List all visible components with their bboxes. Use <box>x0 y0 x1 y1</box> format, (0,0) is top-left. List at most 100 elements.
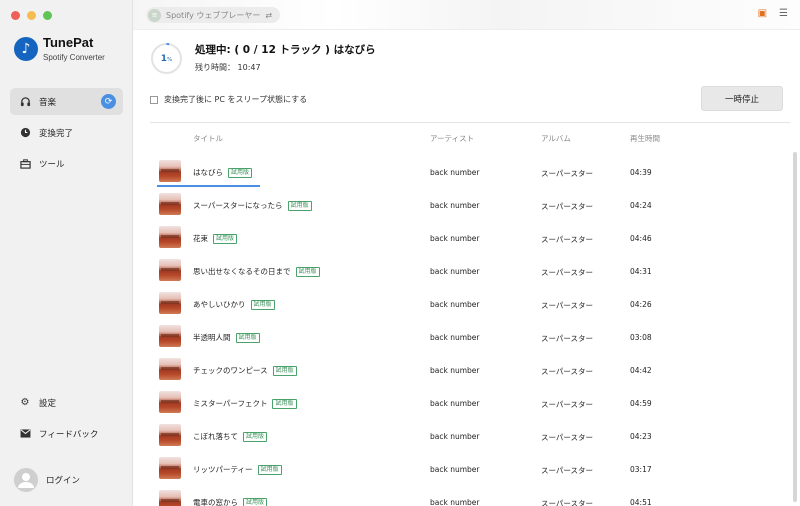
app-name: TunePat <box>43 35 94 50</box>
trial-badge: 試用版 <box>250 299 275 310</box>
track-title-cell: 花束 試用版 <box>193 233 238 244</box>
header-title: タイトル <box>193 134 223 143</box>
pause-button[interactable]: 一時停止 <box>701 86 783 111</box>
table-row[interactable]: ミスターパーフェクト 試用版 back number スーパースター 04:59 <box>133 386 800 419</box>
track-title: ミスターパーフェクト <box>193 399 268 408</box>
track-duration: 04:46 <box>630 234 652 243</box>
track-progress-bar <box>157 185 260 187</box>
track-album: スーパースター <box>541 367 594 376</box>
track-album: スーパースター <box>541 301 594 310</box>
track-title-cell: ミスターパーフェクト 試用版 <box>193 398 297 409</box>
track-title-cell: はなびら 試用版 <box>193 167 253 178</box>
album-art-thumbnail <box>159 193 181 215</box>
track-title: 電車の窓から <box>193 498 238 506</box>
login-button[interactable]: ログイン <box>14 468 80 492</box>
track-artist: back number <box>430 498 480 506</box>
album-art-thumbnail <box>159 325 181 347</box>
table-row[interactable]: 半透明人間 試用版 back number スーパースター 03:08 <box>133 320 800 353</box>
sidebar: ♪ TunePat Spotify Converter 音楽 ⟳ 変換完了 ツー… <box>0 0 133 506</box>
sidebar-item-feedback[interactable]: フィードバック <box>10 420 123 447</box>
track-artist: back number <box>430 168 480 177</box>
track-title: 思い出せなくなるその日まで <box>193 267 291 276</box>
album-art-thumbnail <box>159 490 181 506</box>
track-title-cell: 思い出せなくなるその日まで 試用版 <box>193 266 320 277</box>
track-duration: 04:31 <box>630 267 652 276</box>
sync-icon[interactable]: ⟳ <box>101 94 116 109</box>
track-title-cell: 電車の窓から 試用版 <box>193 497 268 506</box>
divider <box>150 122 790 123</box>
track-title-cell: チェックのワンピース 試用版 <box>193 365 297 376</box>
track-title-cell: あやしいひかり 試用版 <box>193 299 275 310</box>
album-art-thumbnail <box>159 292 181 314</box>
trial-badge: 試用版 <box>243 497 268 506</box>
menu-icon[interactable]: ☰ <box>779 8 788 19</box>
track-album: スーパースター <box>541 466 594 475</box>
track-artist: back number <box>430 267 480 276</box>
track-title: リッツパーティー <box>193 465 253 474</box>
maximize-window-button[interactable] <box>43 11 52 20</box>
table-row[interactable]: あやしいひかり 試用版 back number スーパースター 04:26 <box>133 287 800 320</box>
table-row[interactable]: こぼれ落ちて 試用版 back number スーパースター 04:23 <box>133 419 800 452</box>
table-row[interactable]: リッツパーティー 試用版 back number スーパースター 03:17 <box>133 452 800 485</box>
track-title: 花束 <box>193 234 208 243</box>
trial-badge: 試用版 <box>213 233 238 244</box>
mail-icon <box>19 428 31 440</box>
app-window: ♪ TunePat Spotify Converter 音楽 ⟳ 変換完了 ツー… <box>0 0 800 506</box>
track-duration: 04:39 <box>630 168 652 177</box>
sidebar-item-converted[interactable]: 変換完了 <box>10 119 123 146</box>
track-duration: 04:26 <box>630 300 652 309</box>
brand: ♪ TunePat Spotify Converter <box>14 36 105 62</box>
headphones-icon <box>19 96 31 108</box>
sidebar-item-tools[interactable]: ツール <box>10 150 123 177</box>
table-row[interactable]: スーパースターになったら 試用版 back number スーパースター 04:24 <box>133 188 800 221</box>
track-artist: back number <box>430 399 480 408</box>
header-duration: 再生時間 <box>630 134 660 143</box>
trial-badge: 試用版 <box>272 398 297 409</box>
swap-icon: ⇄ <box>265 10 273 20</box>
sidebar-item-label: 変換完了 <box>39 128 74 139</box>
sidebar-item-label: フィードバック <box>39 429 99 440</box>
toolbox-icon <box>19 158 31 170</box>
spotify-icon: ≡ <box>148 8 161 22</box>
table-row[interactable]: チェックのワンピース 試用版 back number スーパースター 04:42 <box>133 353 800 386</box>
track-duration: 04:42 <box>630 366 652 375</box>
minimize-window-button[interactable] <box>27 11 36 20</box>
spotify-web-player-switch[interactable]: ≡ Spotify ウェブプレーヤー ⇄ <box>146 7 281 23</box>
scrollbar[interactable] <box>793 152 797 502</box>
player-label: Spotify ウェブプレーヤー <box>166 10 261 20</box>
track-artist: back number <box>430 366 480 375</box>
top-right-controls: ▣ ☰ <box>758 8 788 19</box>
table-row[interactable]: 電車の窓から 試用版 back number スーパースター 04:51 <box>133 485 800 506</box>
sleep-label: 変換完了後に PC をスリープ状態にする <box>164 95 308 104</box>
album-art-thumbnail <box>159 259 181 281</box>
cart-icon[interactable]: ▣ <box>758 8 767 19</box>
track-album: スーパースター <box>541 202 594 211</box>
progress-unit: % <box>167 56 173 63</box>
track-title: はなびら <box>193 168 223 177</box>
track-album: スーパースター <box>541 334 594 343</box>
app-subtitle: Spotify Converter <box>43 53 105 62</box>
sidebar-item-settings[interactable]: ⚙ 設定 <box>10 389 123 416</box>
track-duration: 04:59 <box>630 399 652 408</box>
window-controls <box>11 11 52 20</box>
sidebar-item-label: 音楽 <box>39 97 57 108</box>
sleep-checkbox[interactable] <box>150 95 158 104</box>
track-title: スーパースターになったら <box>193 201 283 210</box>
clock-icon <box>19 127 31 139</box>
table-row[interactable]: 花束 試用版 back number スーパースター 04:46 <box>133 221 800 254</box>
track-title-cell: リッツパーティー 試用版 <box>193 464 282 475</box>
table-row[interactable]: 思い出せなくなるその日まで 試用版 back number スーパースター 04:31 <box>133 254 800 287</box>
top-bar: ≡ Spotify ウェブプレーヤー ⇄ ▣ ☰ <box>133 0 800 30</box>
track-artist: back number <box>430 432 480 441</box>
tunepat-logo-icon: ♪ <box>14 37 38 61</box>
sidebar-item-music[interactable]: 音楽 ⟳ <box>10 88 123 115</box>
sleep-option[interactable]: 変換完了後に PC をスリープ状態にする <box>150 94 307 105</box>
header-artist: アーティスト <box>430 134 475 143</box>
table-row[interactable]: はなびら 試用版 back number スーパースター 04:39 <box>133 155 800 188</box>
header-album: アルバム <box>541 134 571 143</box>
close-window-button[interactable] <box>11 11 20 20</box>
sidebar-item-label: 設定 <box>39 398 57 409</box>
track-album: スーパースター <box>541 235 594 244</box>
progress-ring: 1% <box>150 42 183 75</box>
track-duration: 04:23 <box>630 432 652 441</box>
